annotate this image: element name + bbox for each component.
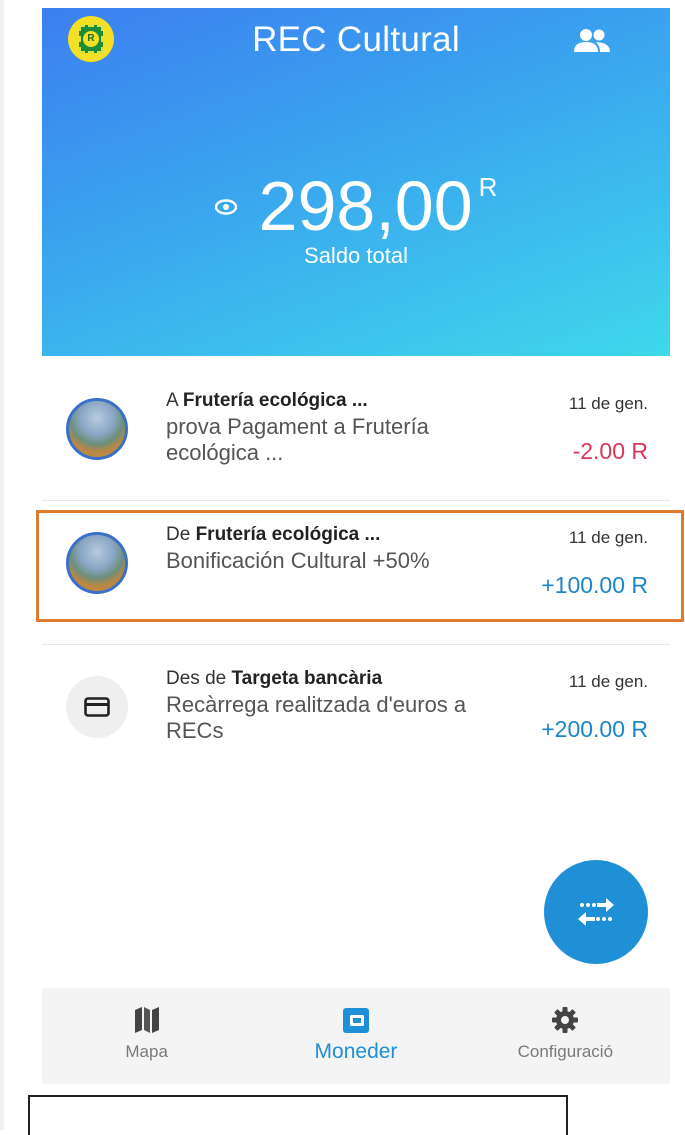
header: R REC Cultural 298,00 R Saldo total xyxy=(42,8,670,356)
transaction-description: prova Pagament a Frutería ecológica ... xyxy=(166,414,429,465)
eye-icon[interactable] xyxy=(214,199,237,215)
counterparty-name: Targeta bancària xyxy=(231,668,383,689)
transaction-description: Recàrrega realitzada d'euros a RECs xyxy=(166,692,467,743)
gear-icon xyxy=(552,1007,579,1033)
nav-item-moneder[interactable]: Moneder xyxy=(251,988,460,1084)
transfer-button[interactable] xyxy=(544,860,648,964)
balance-value: 298,00 xyxy=(258,167,473,245)
users-icon[interactable] xyxy=(572,26,612,56)
balance-row: 298,00 R xyxy=(42,170,670,242)
transaction-row[interactable]: Des de Targeta bancària Recàrrega realit… xyxy=(42,646,670,778)
nav-label: Configuració xyxy=(517,1042,614,1061)
highlight-box xyxy=(36,510,684,622)
merchant-avatar xyxy=(66,398,128,460)
transaction-row[interactable]: A Frutería ecológica ... prova Pagament … xyxy=(42,368,670,500)
credit-card-icon xyxy=(84,697,110,717)
bottom-box xyxy=(28,1095,568,1135)
map-icon xyxy=(134,1007,159,1033)
divider xyxy=(42,500,670,501)
nav-label: Mapa xyxy=(125,1042,168,1061)
transaction-date: 11 de gen. xyxy=(568,394,648,413)
transaction-text: Des de Targeta bancària Recàrrega realit… xyxy=(166,668,486,744)
transaction-amount: -2.00 R xyxy=(572,438,648,464)
nav-item-mapa[interactable]: Mapa xyxy=(42,988,251,1084)
transaction-prefix: A xyxy=(166,390,183,411)
balance-label: Saldo total xyxy=(304,243,408,268)
left-edge xyxy=(0,0,4,1130)
divider xyxy=(42,644,670,645)
counterparty-name: Frutería ecológica ... xyxy=(182,390,368,411)
bottom-nav: Mapa Moneder Configuració xyxy=(42,988,670,1084)
wallet-icon xyxy=(342,1008,369,1033)
transaction-text: A Frutería ecológica ... prova Pagament … xyxy=(166,390,486,466)
transaction-date: 11 de gen. xyxy=(568,672,648,691)
transaction-prefix: Des de xyxy=(166,668,232,689)
transfer-arrows-icon xyxy=(578,898,614,926)
transaction-party: Des de Targeta bancària xyxy=(166,668,486,690)
currency-symbol: R xyxy=(478,172,498,202)
transaction-amount: +200.00 R xyxy=(541,716,648,742)
nav-item-configuracio[interactable]: Configuració xyxy=(461,988,670,1084)
nav-label: Moneder xyxy=(314,1040,398,1063)
card-avatar xyxy=(66,676,128,738)
transaction-party: A Frutería ecológica ... xyxy=(166,390,486,412)
